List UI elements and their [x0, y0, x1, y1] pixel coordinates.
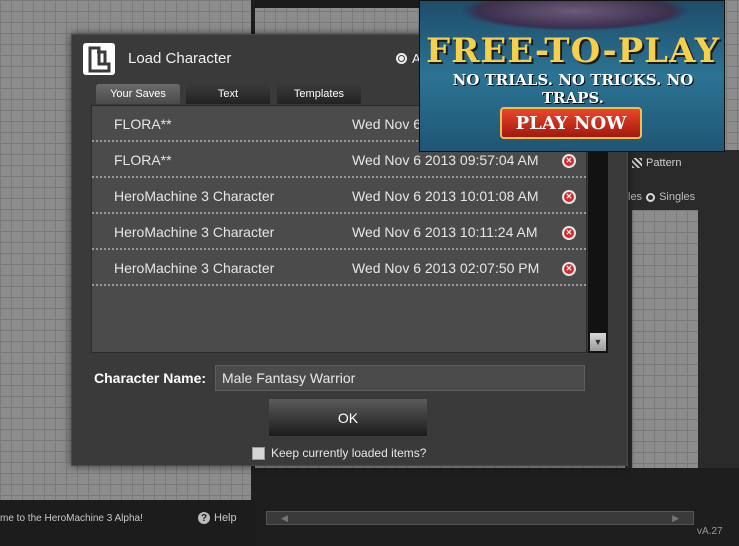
save-name: HeroMachine 3 Character [114, 224, 275, 240]
tab-your-saves[interactable]: Your Saves [96, 84, 180, 104]
singles-prefix: les [628, 191, 643, 203]
dialog-title: Load Character [128, 50, 232, 67]
singles-option[interactable]: les Singles [628, 191, 695, 203]
scroll-down-icon[interactable]: ▼ [590, 333, 606, 351]
save-date: Wed Nov 6 2013 10:01:08 AM [352, 188, 539, 204]
save-date: Wed Nov 6 2013 02:07:50 PM [352, 260, 540, 276]
list-item[interactable]: HeroMachine 3 Character Wed Nov 6 2013 1… [92, 178, 586, 214]
singles-radio-icon[interactable] [646, 192, 656, 202]
save-name: FLORA** [114, 152, 172, 168]
save-name: FLORA** [114, 116, 172, 132]
pattern-label: Pattern [646, 157, 682, 169]
save-name: HeroMachine 3 Character [114, 260, 275, 276]
save-date: Wed Nov 6 2013 10:11:24 AM [352, 224, 538, 240]
version-label: vA.27 [697, 526, 723, 537]
scroll-right-icon[interactable]: ▶ [672, 513, 679, 524]
top-bar [255, 0, 425, 8]
load-logo-icon [83, 43, 115, 75]
character-name-input[interactable] [215, 365, 585, 391]
ad-play-now-button[interactable]: PLAY NOW [500, 107, 642, 139]
singles-label: Singles [659, 191, 696, 203]
keep-items-option[interactable]: Keep currently loaded items? [252, 446, 426, 460]
delete-icon[interactable] [562, 154, 576, 168]
keep-items-checkbox[interactable] [252, 446, 265, 460]
bottom-right-panel [255, 468, 739, 546]
save-date: Wed Nov 6 [352, 116, 421, 132]
delete-icon[interactable] [562, 262, 576, 276]
tab-templates[interactable]: Templates [277, 84, 361, 104]
right-swatch-grid [632, 210, 698, 480]
keep-items-label: Keep currently loaded items? [271, 446, 427, 460]
help-button[interactable]: ? Help [198, 512, 237, 524]
character-name-label: Character Name: [94, 370, 207, 386]
delete-icon[interactable] [562, 226, 576, 240]
pattern-tab[interactable]: Pattern [632, 157, 681, 169]
list-item[interactable]: HeroMachine 3 Character Wed Nov 6 2013 0… [92, 250, 586, 286]
save-name: HeroMachine 3 Character [114, 188, 275, 204]
help-label: Help [214, 512, 237, 524]
ad-subtitle: NO TRIALS. NO TRICKS. NO TRAPS. [452, 71, 694, 107]
horizontal-scrollbar[interactable]: ◀ ▶ [266, 511, 694, 525]
pattern-icon [632, 158, 642, 168]
save-date: Wed Nov 6 2013 09:57:04 AM [352, 152, 539, 168]
tab-text[interactable]: Text [186, 84, 270, 104]
radio-icon[interactable] [396, 53, 407, 64]
all-radio-option[interactable]: A [396, 51, 421, 66]
ad-artwork [460, 1, 690, 31]
scroll-left-icon[interactable]: ◀ [281, 513, 288, 524]
welcome-text: me to the HeroMachine 3 Alpha! [0, 513, 143, 524]
help-icon: ? [198, 512, 210, 524]
delete-icon[interactable] [562, 190, 576, 204]
ad-title: FREE-TO-PLAY [425, 31, 721, 71]
ok-button[interactable]: OK [269, 399, 427, 436]
advertisement-banner[interactable]: FREE-TO-PLAY NO TRIALS. NO TRICKS. NO TR… [419, 0, 725, 152]
list-item[interactable]: HeroMachine 3 Character Wed Nov 6 2013 1… [92, 214, 586, 250]
